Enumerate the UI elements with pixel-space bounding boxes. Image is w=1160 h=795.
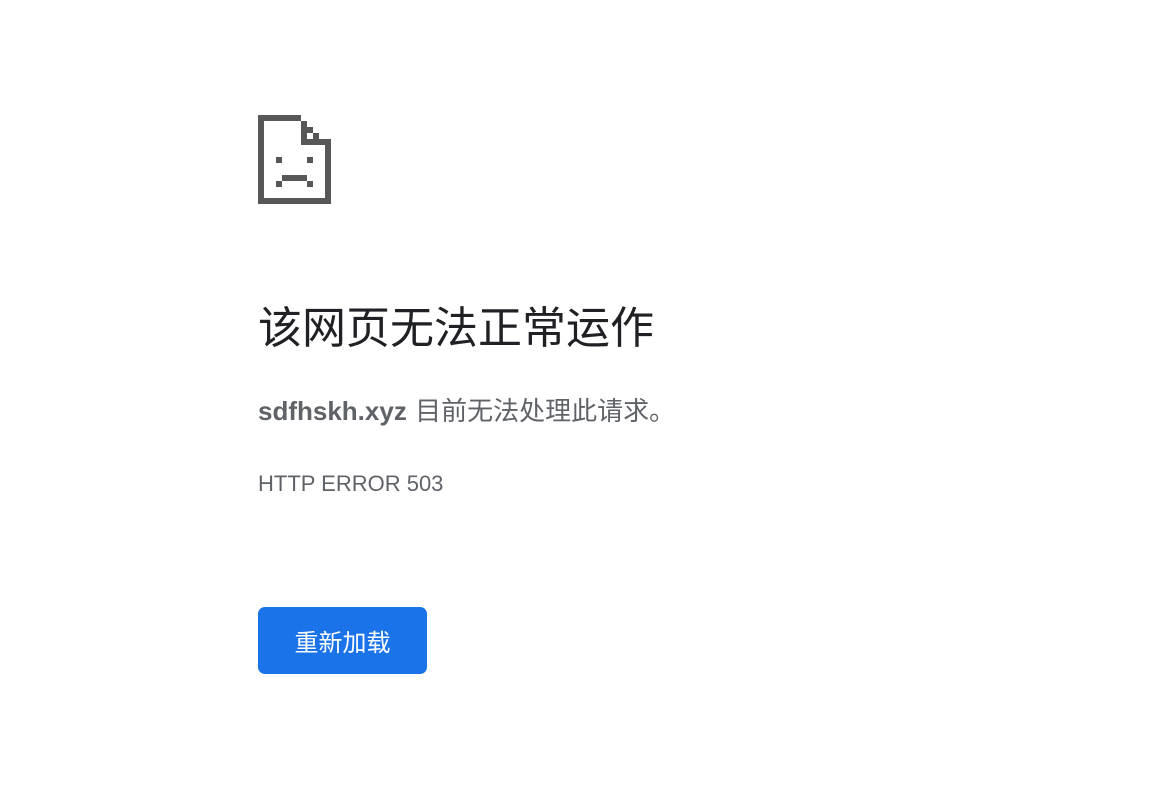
error-domain: sdfhskh.xyz: [258, 396, 407, 426]
error-headline: 该网页无法正常运作: [258, 303, 654, 354]
sad-page-icon: [258, 115, 331, 204]
error-code: HTTP ERROR 503: [258, 471, 444, 496]
reload-button[interactable]: 重新加载: [258, 607, 427, 674]
error-message: sdfhskh.xyz 目前无法处理此请求。: [258, 392, 675, 431]
error-page: 该网页无法正常运作 sdfhskh.xyz 目前无法处理此请求。 HTTP ER…: [0, 0, 1160, 795]
error-message-text: 目前无法处理此请求。: [406, 397, 676, 427]
